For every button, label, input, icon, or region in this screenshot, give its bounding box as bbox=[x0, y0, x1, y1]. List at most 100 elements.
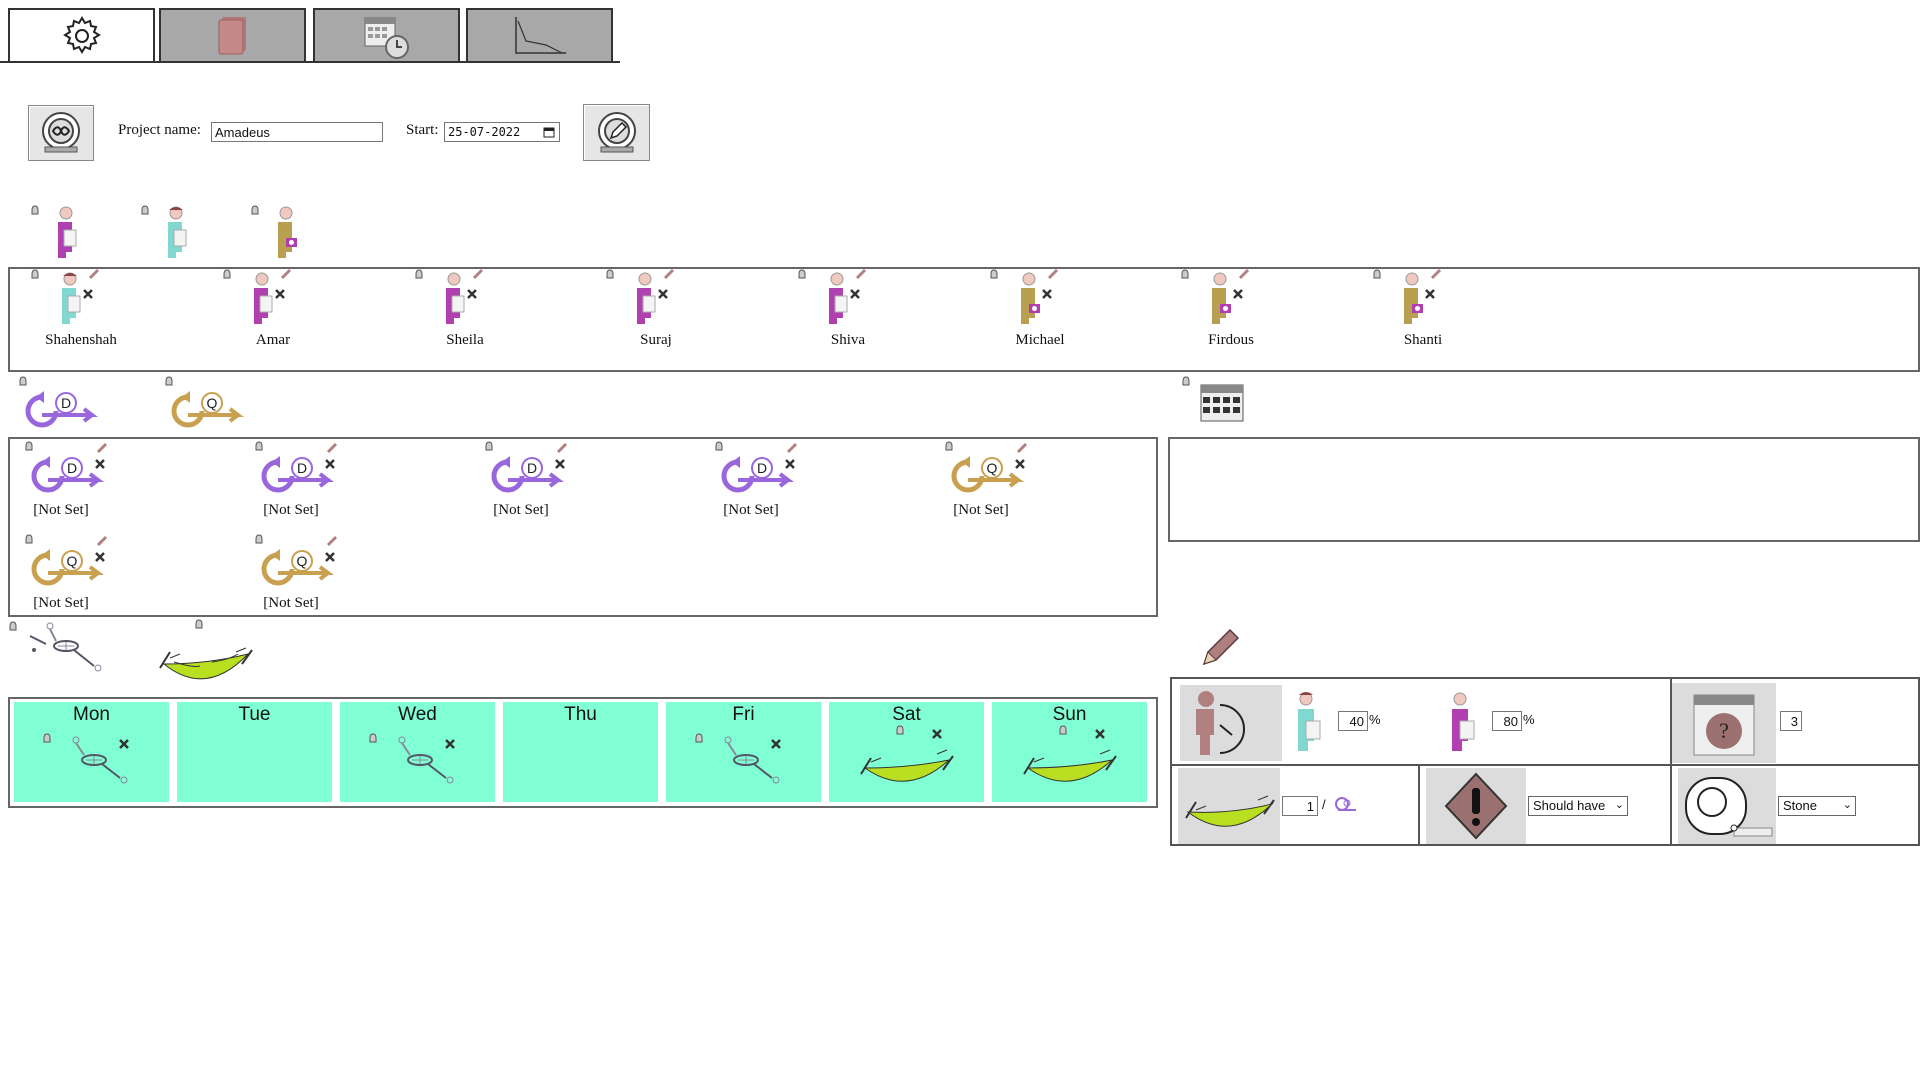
person-palette-lead[interactable] bbox=[138, 202, 198, 262]
svg-text:Q: Q bbox=[207, 395, 218, 411]
developer-person-icon bbox=[798, 268, 881, 328]
edit-pencil-icon[interactable] bbox=[1200, 628, 1240, 668]
load-project-button[interactable] bbox=[28, 105, 94, 161]
percent-sign-1: % bbox=[1369, 712, 1381, 727]
developer-person-icon bbox=[31, 205, 77, 258]
person-timer-icon bbox=[1196, 691, 1245, 755]
svg-text:D: D bbox=[67, 460, 77, 476]
svg-text:Q: Q bbox=[297, 553, 308, 569]
priority-select[interactable]: Should have ⌄ bbox=[1528, 796, 1628, 816]
team-member-name: Firdous bbox=[1208, 332, 1254, 348]
calendar-palette[interactable] bbox=[1182, 375, 1245, 425]
person-palette-photographer[interactable] bbox=[248, 202, 308, 262]
sprint-label: [Not Set] bbox=[263, 595, 319, 611]
day-label: Tue bbox=[238, 704, 271, 725]
svg-text:D: D bbox=[61, 395, 71, 411]
team-member-name: Amar bbox=[255, 332, 291, 348]
edit-project-button[interactable] bbox=[583, 104, 650, 161]
lead-person-icon bbox=[31, 268, 114, 328]
tab-underline bbox=[0, 61, 620, 63]
hammock-icon[interactable] bbox=[857, 724, 957, 784]
development-sprint-icon: D bbox=[485, 440, 576, 493]
rest-days-input[interactable]: 1 bbox=[1282, 796, 1318, 816]
photographer-person-icon bbox=[1373, 268, 1456, 328]
chevron-down-icon: ⌄ bbox=[1842, 799, 1852, 811]
percent-sign-2: % bbox=[1523, 712, 1535, 727]
development-sprint-icon: D bbox=[25, 440, 116, 493]
sprint-label: [Not Set] bbox=[263, 502, 319, 518]
svg-text:D: D bbox=[297, 460, 307, 476]
duration-box: ? bbox=[1672, 683, 1776, 763]
day-sat[interactable]: Sat bbox=[829, 702, 984, 802]
rest-day-palette[interactable] bbox=[156, 618, 256, 686]
small-sprint-icon bbox=[1332, 794, 1358, 814]
day-label: Fri bbox=[732, 704, 755, 725]
sprint-label: [Not Set] bbox=[723, 502, 779, 518]
tab-documents[interactable] bbox=[159, 8, 306, 61]
day-wed[interactable]: Wed bbox=[340, 702, 495, 802]
svg-text:Q: Q bbox=[67, 553, 78, 569]
measure-select[interactable]: Stone ⌄ bbox=[1778, 796, 1856, 816]
rest-separator: / bbox=[1322, 797, 1326, 812]
tennis-racket-icon[interactable] bbox=[369, 732, 480, 788]
allocation-lead-icon bbox=[1292, 687, 1332, 757]
tab-settings[interactable] bbox=[8, 8, 155, 61]
quality-sprint-icon: Q bbox=[945, 440, 1036, 493]
project-name-label: Project name: bbox=[118, 122, 201, 138]
measure-box bbox=[1678, 768, 1776, 844]
lead-person-icon bbox=[141, 205, 187, 258]
work-day-palette[interactable] bbox=[9, 620, 105, 680]
start-date-value: 25-07-2022 bbox=[448, 125, 521, 139]
day-fri[interactable]: Fri bbox=[666, 702, 821, 802]
rest-box bbox=[1178, 768, 1280, 844]
sprint-label: [Not Set] bbox=[493, 502, 549, 518]
hammock-icon bbox=[159, 619, 253, 680]
tennis-racket-icon[interactable] bbox=[695, 732, 806, 788]
allocation-box bbox=[1180, 685, 1282, 761]
team-member-name: Michael bbox=[1015, 332, 1065, 348]
start-date-input[interactable]: 25-07-2022 bbox=[444, 122, 560, 142]
allocation-dev-input[interactable]: 80 bbox=[1492, 711, 1522, 731]
sprint-palette-d[interactable]: D bbox=[19, 375, 100, 428]
duration-cell: ? 3 bbox=[1670, 677, 1920, 766]
hammock-icon[interactable] bbox=[1020, 724, 1120, 784]
edit-icon bbox=[595, 111, 639, 155]
day-sun[interactable]: Sun bbox=[992, 702, 1147, 802]
duration-input[interactable]: 3 bbox=[1780, 711, 1802, 731]
calendar-drop-panel bbox=[1168, 437, 1920, 542]
sprint-palette-q[interactable]: Q bbox=[165, 375, 246, 428]
day-label: Thu bbox=[564, 704, 597, 725]
tennis-racket-icon[interactable] bbox=[43, 732, 154, 788]
calendar-clock-icon bbox=[363, 13, 411, 59]
team-member-name: Suraj bbox=[640, 332, 672, 348]
document-stack-icon bbox=[216, 15, 250, 57]
day-label: Sat bbox=[892, 704, 921, 725]
day-mon[interactable]: Mon bbox=[14, 702, 169, 802]
sprint-label: [Not Set] bbox=[33, 595, 89, 611]
person-palette-developer[interactable] bbox=[28, 202, 88, 262]
project-name-input[interactable]: Amadeus bbox=[211, 122, 383, 142]
start-date-label: Start: bbox=[406, 122, 439, 138]
measure-cell: Stone ⌄ bbox=[1670, 764, 1920, 846]
calendar-picker-icon[interactable] bbox=[543, 126, 555, 138]
day-label: Sun bbox=[1052, 704, 1087, 725]
allocation-dev-icon bbox=[1446, 687, 1486, 757]
day-thu[interactable]: Thu bbox=[503, 702, 658, 802]
tab-chart[interactable] bbox=[466, 8, 613, 61]
team-member-name: Shiva bbox=[830, 332, 866, 348]
svg-text:D: D bbox=[527, 460, 537, 476]
priority-cell: Should have ⌄ bbox=[1418, 764, 1672, 846]
developer-person-icon bbox=[606, 268, 689, 328]
allocation-lead-input[interactable]: 40 bbox=[1338, 711, 1368, 731]
tab-schedule[interactable] bbox=[313, 8, 460, 61]
day-tue[interactable]: Tue bbox=[177, 702, 332, 802]
svg-text:?: ? bbox=[1719, 718, 1729, 743]
warning-diamond-icon bbox=[1444, 772, 1508, 840]
gear-icon bbox=[60, 14, 104, 58]
chevron-down-icon: ⌄ bbox=[1614, 799, 1624, 811]
developer-person-icon bbox=[223, 268, 306, 328]
svg-text:Q: Q bbox=[987, 460, 998, 476]
development-sprint-icon: D bbox=[715, 440, 806, 493]
load-icon bbox=[39, 111, 83, 155]
calendar-grid-icon bbox=[1182, 376, 1244, 422]
